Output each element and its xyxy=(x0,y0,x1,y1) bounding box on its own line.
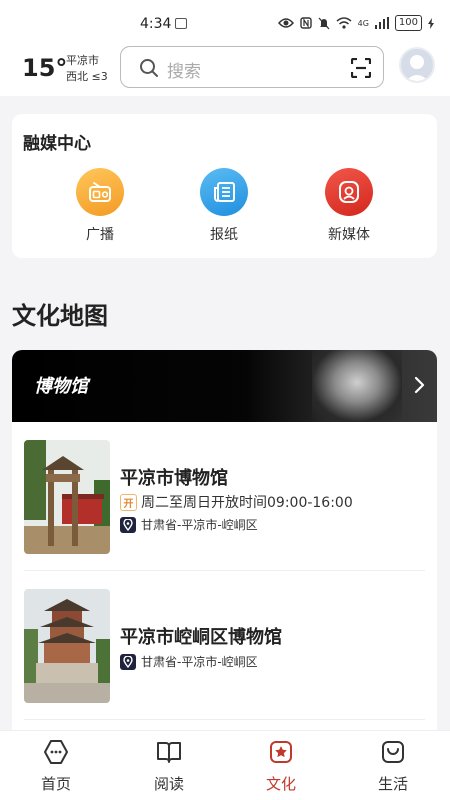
address-text: 甘肃省-平凉市-崆峒区 xyxy=(141,518,258,532)
scan-icon[interactable] xyxy=(351,58,371,78)
status-bar: 4:34 4G 100 xyxy=(0,0,450,40)
tab-home-label: 首页 xyxy=(40,775,71,793)
rongmei-center-card: 融媒中心 广播 报纸 新媒体 xyxy=(12,114,437,258)
channel-newspaper[interactable]: 报纸 xyxy=(184,168,264,244)
address-text: 甘肃省-平凉市-崆峒区 xyxy=(141,655,258,669)
channel-newspaper-label: 报纸 xyxy=(210,227,238,243)
tab-culture[interactable]: 文化 xyxy=(241,739,321,794)
tab-home[interactable]: 首页 xyxy=(16,739,96,794)
search-bar[interactable]: 搜索 xyxy=(120,46,384,88)
weather-temperature[interactable]: 15° xyxy=(22,54,67,82)
time-text: 4:34 xyxy=(140,16,172,32)
museum-name: 平凉市崆峒区博物馆 xyxy=(120,627,282,648)
location-icon xyxy=(120,516,136,533)
tab-life[interactable]: 生活 xyxy=(353,739,433,794)
channel-radio-label: 广播 xyxy=(86,227,114,243)
weather-city: 平凉市 xyxy=(66,54,99,67)
book-icon xyxy=(157,742,181,763)
culture-icon xyxy=(270,741,292,763)
notification-icon xyxy=(175,18,188,29)
museum-banner-title: 博物馆 xyxy=(34,376,88,397)
search-icon xyxy=(140,59,158,77)
list-item[interactable]: 平凉市崆峒区博物馆 甘肃省-平凉市-崆峒区 xyxy=(12,571,437,719)
chevron-right-icon xyxy=(414,376,425,394)
charging-icon xyxy=(428,17,434,29)
home-icon xyxy=(44,740,68,764)
radio-icon xyxy=(76,168,124,216)
tab-reading[interactable]: 阅读 xyxy=(129,739,209,794)
opening-hours-text: 周二至周日开放时间09:00-16:00 xyxy=(141,495,353,511)
avatar[interactable] xyxy=(399,47,435,83)
top-header: 15° 平凉市 西北 ≤3 搜索 xyxy=(0,40,450,96)
open-badge: 开 xyxy=(120,493,137,511)
eye-icon xyxy=(277,18,294,28)
divider xyxy=(24,719,425,720)
tab-culture-label: 文化 xyxy=(265,775,296,793)
statue-image xyxy=(312,350,402,422)
tab-life-label: 生活 xyxy=(377,775,408,793)
battery-level: 100 xyxy=(398,17,418,28)
signal-icon xyxy=(374,17,389,29)
tab-reading-label: 阅读 xyxy=(153,775,184,793)
rongmei-title: 融媒中心 xyxy=(23,134,91,154)
new-media-icon xyxy=(325,168,373,216)
life-bag-icon xyxy=(382,741,404,763)
status-time: 4:34 xyxy=(140,16,188,32)
opening-hours: 开 周二至周日开放时间09:00-16:00 xyxy=(120,492,353,512)
newspaper-icon xyxy=(200,168,248,216)
wifi-icon xyxy=(336,17,352,29)
status-icons: 4G 100 xyxy=(277,15,434,31)
user-avatar-icon xyxy=(405,55,429,81)
battery-icon: 100 xyxy=(394,15,422,31)
museum-thumbnail xyxy=(24,440,110,554)
bottom-nav: 首页 阅读 文化 生活 xyxy=(0,730,450,800)
search-placeholder: 搜索 xyxy=(167,62,201,82)
museum-address: 甘肃省-平凉市-崆峒区 xyxy=(120,653,258,670)
nfc-icon xyxy=(299,17,312,29)
channel-new-media[interactable]: 新媒体 xyxy=(309,168,389,244)
museum-name: 平凉市博物馆 xyxy=(120,468,228,489)
weather-wind: 西北 ≤3 xyxy=(66,70,108,83)
museum-banner[interactable]: 博物馆 xyxy=(12,350,437,422)
museum-address: 甘肃省-平凉市-崆峒区 xyxy=(120,516,258,533)
channel-new-media-label: 新媒体 xyxy=(328,227,370,243)
location-icon xyxy=(120,653,136,670)
museum-thumbnail xyxy=(24,589,110,703)
culture-map-title: 文化地图 xyxy=(12,302,108,330)
museum-card: 博物馆 平凉市博物馆 开 周二至周日开放时间09:00-16:00 甘肃省-平凉… xyxy=(12,350,437,740)
list-item[interactable]: 平凉市博物馆 开 周二至周日开放时间09:00-16:00 甘肃省-平凉市-崆峒… xyxy=(12,422,437,570)
mute-icon xyxy=(318,17,330,29)
channel-radio[interactable]: 广播 xyxy=(60,168,140,244)
network-type: 4G xyxy=(357,18,369,28)
